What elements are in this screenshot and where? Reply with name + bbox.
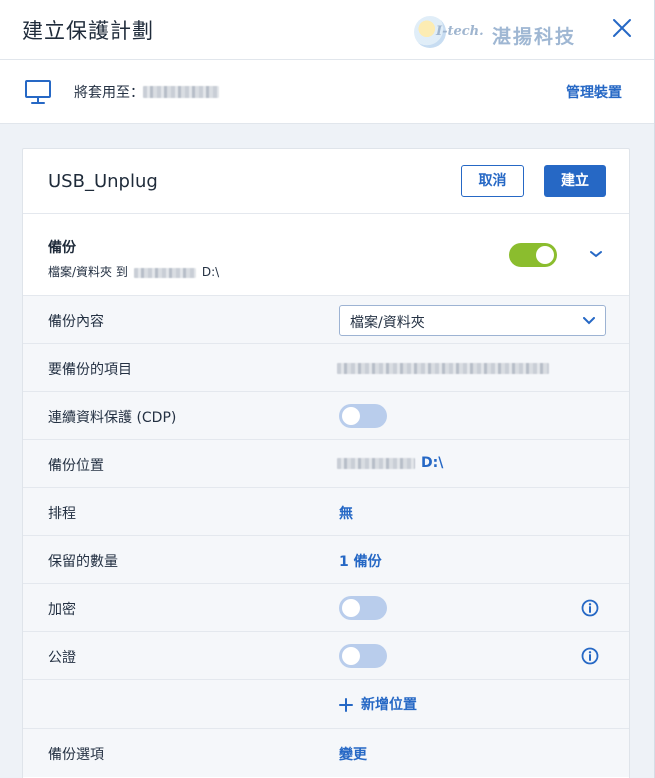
encryption-label: 加密 xyxy=(48,602,76,618)
schedule-value-link[interactable]: 無 xyxy=(339,503,353,523)
logo-company-text: 湛揚科技 xyxy=(492,26,577,48)
apply-to-bar: 將套用至： 管理裝置 xyxy=(0,60,654,124)
redacted-items xyxy=(337,363,549,374)
logo-tech-text: I-tech. xyxy=(436,24,484,39)
backup-location-drive[interactable]: D:\ xyxy=(421,455,443,471)
backup-options-change-link[interactable]: 變更 xyxy=(339,744,367,764)
row-backup-content: 備份內容 檔案/資料夾 xyxy=(23,295,629,343)
notary-toggle[interactable] xyxy=(339,644,387,668)
encryption-toggle[interactable] xyxy=(339,596,387,620)
backup-summary-prefix: 檔案/資料夾 到 xyxy=(48,265,128,279)
backup-section-header[interactable]: 備份 檔案/資料夾 到 D:\ xyxy=(23,215,629,295)
manage-devices-link[interactable]: 管理裝置 xyxy=(566,82,622,102)
backup-items-label: 要備份的項目 xyxy=(48,362,132,378)
toggle-knob xyxy=(342,407,360,425)
watermark-logo: I-tech. 湛揚科技 xyxy=(414,14,586,50)
info-icon[interactable] xyxy=(581,647,599,665)
redacted-location xyxy=(337,458,415,469)
apply-to-label: 將套用至： xyxy=(74,85,144,101)
backup-content-label: 備份內容 xyxy=(48,314,104,330)
close-button[interactable] xyxy=(608,14,636,42)
backup-content-select[interactable]: 檔案/資料夾 xyxy=(339,305,606,336)
monitor-icon xyxy=(25,80,51,104)
backup-summary-drive: D:\ xyxy=(201,265,220,279)
retention-value-link[interactable]: 1 備份 xyxy=(339,551,382,571)
cdp-toggle[interactable] xyxy=(339,404,387,428)
cdp-label: 連續資料保護 (CDP) xyxy=(48,410,177,426)
add-location-button[interactable]: 新增位置 xyxy=(339,694,417,714)
plus-icon xyxy=(339,698,353,712)
redacted-device-name xyxy=(143,86,219,98)
backup-options-label: 備份選項 xyxy=(48,747,104,763)
plan-card: USB_Unplug 取消 建立 備份 檔案/資料夾 到 D:\ 備份內容 檔案/… xyxy=(22,148,630,778)
backup-location-label: 備份位置 xyxy=(48,458,104,474)
row-backup-location[interactable]: 備份位置 D:\ xyxy=(23,439,629,487)
dialog-title: 建立保護計劃 xyxy=(22,19,154,43)
chevron-down-icon xyxy=(583,317,595,325)
toggle-knob xyxy=(342,599,360,617)
retention-label: 保留的數量 xyxy=(48,554,118,570)
chevron-down-icon[interactable] xyxy=(589,249,603,259)
backup-settings-list: 備份內容 檔案/資料夾 要備份的項目 連續資料保護 (CDP) 備份位置 D:\… xyxy=(23,295,629,777)
close-icon xyxy=(613,19,631,37)
toggle-knob xyxy=(342,647,360,665)
create-button[interactable]: 建立 xyxy=(544,165,606,197)
redacted-destination xyxy=(133,267,196,278)
backup-section-title: 備份 xyxy=(48,240,76,256)
divider xyxy=(23,213,629,214)
backup-content-value: 檔案/資料夾 xyxy=(350,315,425,331)
schedule-label: 排程 xyxy=(48,506,76,522)
row-cdp: 連續資料保護 (CDP) xyxy=(23,391,629,439)
add-location-label: 新增位置 xyxy=(361,697,417,713)
row-notary: 公證 xyxy=(23,631,629,679)
row-schedule: 排程 無 xyxy=(23,487,629,535)
row-backup-items[interactable]: 要備份的項目 xyxy=(23,343,629,391)
notary-label: 公證 xyxy=(48,650,76,666)
toggle-knob xyxy=(536,246,554,264)
backup-enable-toggle[interactable] xyxy=(509,243,557,267)
dialog-header: 建立保護計劃 I-tech. 湛揚科技 xyxy=(0,0,654,60)
row-encryption: 加密 xyxy=(23,583,629,631)
info-icon[interactable] xyxy=(581,599,599,617)
row-retention: 保留的數量 1 備份 xyxy=(23,535,629,583)
row-backup-options: 備份選項 變更 xyxy=(23,729,629,777)
create-protection-plan-dialog: 建立保護計劃 I-tech. 湛揚科技 將套用至： 管理裝置 USB_Unplu… xyxy=(0,0,655,778)
row-add-location: 新增位置 xyxy=(23,679,629,729)
backup-section-summary: 檔案/資料夾 到 D:\ xyxy=(48,263,219,280)
plan-name[interactable]: USB_Unplug xyxy=(48,171,158,192)
cancel-button[interactable]: 取消 xyxy=(461,165,524,197)
